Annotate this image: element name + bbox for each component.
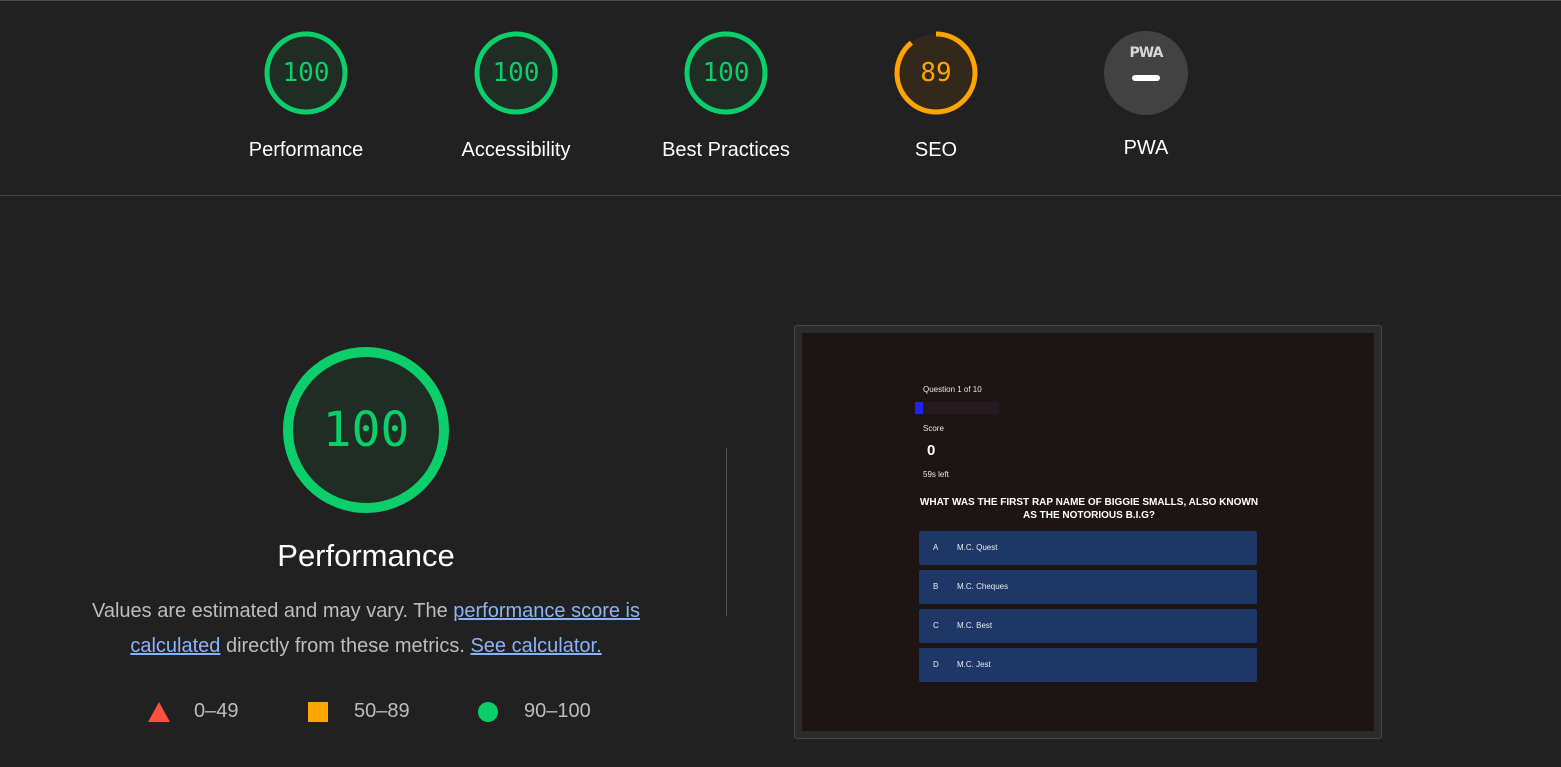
see-calculator-link[interactable]: See calculator. — [470, 635, 601, 657]
gauge-label: Performance — [248, 139, 364, 161]
performance-gauge-large: 100 — [280, 344, 452, 516]
na-dash-icon — [1132, 75, 1160, 81]
gauge-pwa[interactable]: PWA PWA — [1056, 29, 1236, 160]
desc-text: directly from these metrics. — [220, 635, 471, 657]
gauge-label: PWA — [1123, 137, 1169, 159]
gauge-score: 100 — [702, 58, 750, 88]
question-counter: Question 1 of 10 — [923, 385, 982, 394]
category-gauges-header: 100 Performance 100 Accessibility 100 Be… — [0, 1, 1561, 196]
gauge-seo[interactable]: 89 SEO — [846, 29, 1026, 162]
screenshot-image: Question 1 of 10 Score 0 59s left WHAT W… — [802, 333, 1374, 731]
gauge-ring: 100 — [682, 29, 770, 117]
divider — [726, 448, 727, 616]
answer-option: C M.C. Best — [919, 609, 1257, 643]
performance-title: Performance — [277, 538, 455, 573]
average-square-icon — [308, 702, 328, 722]
pwa-logo: PWA — [1129, 45, 1164, 61]
fail-triangle-icon — [148, 702, 170, 722]
gauge-ring: 100 — [262, 29, 350, 117]
gauge-score: 100 — [492, 58, 540, 88]
time-left: 59s left — [923, 470, 949, 479]
question-text: WHAT WAS THE FIRST RAP NAME OF BIGGIE SM… — [919, 497, 1259, 521]
gauge-score: 89 — [920, 58, 952, 88]
gauge-label: SEO — [914, 139, 958, 161]
answer-text: M.C. Quest — [957, 543, 998, 552]
gauge-score: 100 — [282, 58, 330, 88]
answer-letter: C — [933, 621, 939, 630]
performance-description: Values are estimated and may vary. The p… — [60, 594, 672, 664]
answer-text: M.C. Jest — [957, 660, 991, 669]
answer-option: A M.C. Quest — [919, 531, 1257, 565]
answer-text: M.C. Best — [957, 621, 993, 630]
answer-option: B M.C. Cheques — [919, 570, 1257, 604]
answer-letter: B — [933, 582, 939, 591]
gauge-performance[interactable]: 100 Performance — [216, 29, 396, 162]
score-value: 0 — [927, 442, 936, 459]
gauge-ring: 100 — [472, 29, 560, 117]
answer-option: D M.C. Jest — [919, 648, 1257, 682]
answer-text: M.C. Cheques — [957, 582, 1009, 591]
legend-range: 50–89 — [354, 700, 410, 722]
performance-score: 100 — [322, 402, 410, 458]
legend-range: 90–100 — [524, 700, 591, 722]
gauge-label: Accessibility — [461, 139, 571, 161]
score-label: Score — [923, 424, 944, 433]
gauge-best-practices[interactable]: 100 Best Practices — [636, 29, 816, 162]
desc-text: Values are estimated and may vary. The — [91, 600, 454, 622]
answer-letter: D — [933, 660, 939, 669]
progress-fill — [915, 402, 924, 414]
pass-circle-icon — [478, 702, 498, 722]
final-screenshot[interactable]: Question 1 of 10 Score 0 59s left WHAT W… — [794, 325, 1382, 739]
progress-bar — [915, 402, 999, 414]
answer-letter: A — [933, 543, 939, 552]
gauge-accessibility[interactable]: 100 Accessibility — [426, 29, 606, 162]
legend-range: 0–49 — [194, 700, 239, 722]
pwa-badge-icon: PWA — [1104, 31, 1188, 115]
gauge-ring: 89 — [892, 29, 980, 117]
gauge-label: Best Practices — [662, 139, 790, 161]
